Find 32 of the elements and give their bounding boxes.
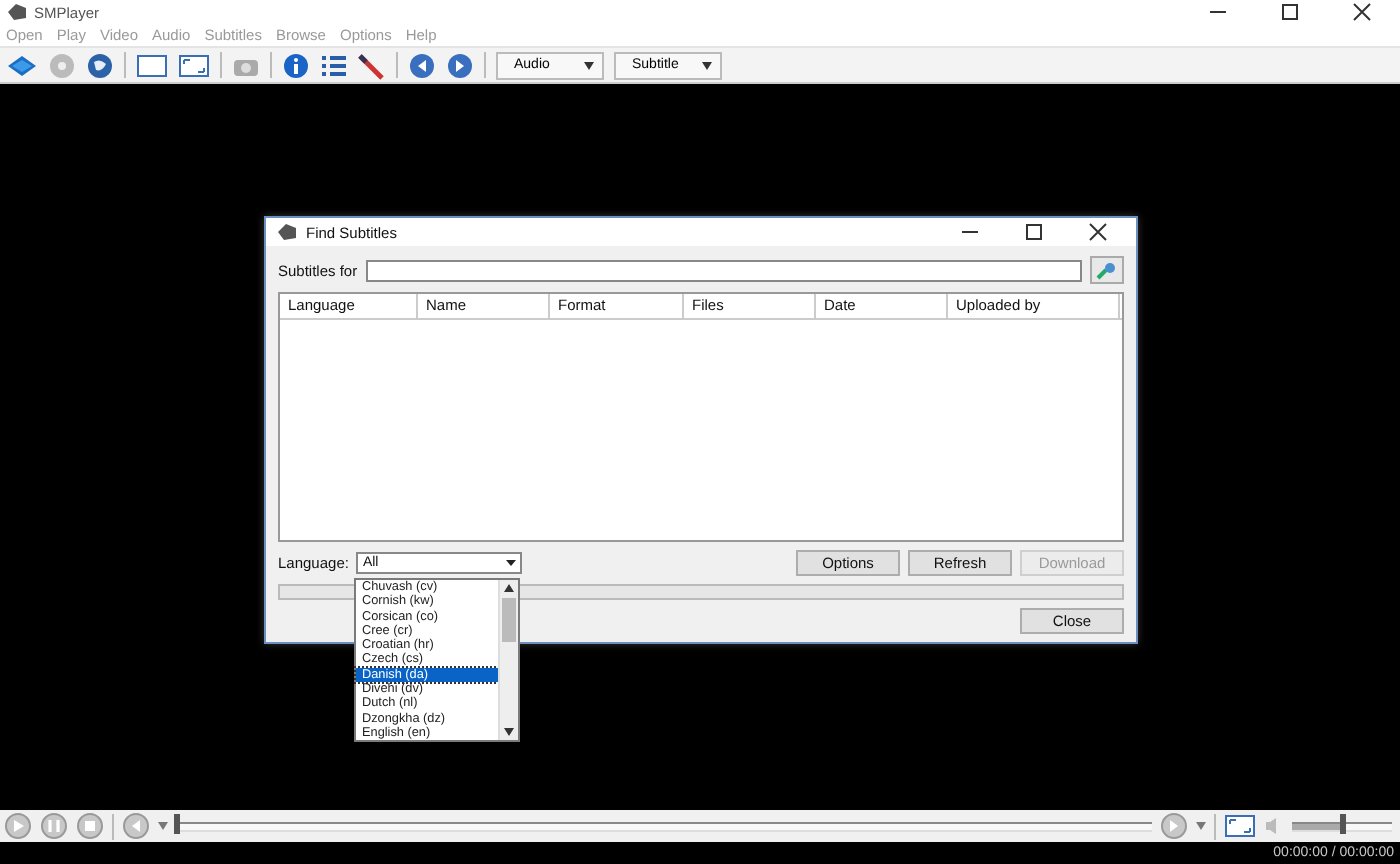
pause-icon[interactable]: [40, 812, 68, 840]
rewind-icon[interactable]: [122, 812, 150, 840]
window-icon[interactable]: [136, 53, 168, 77]
scrollbar-thumb[interactable]: [502, 598, 516, 642]
caret-icon[interactable]: [1196, 822, 1206, 830]
maximize-icon[interactable]: [1024, 222, 1044, 242]
slider-handle[interactable]: [174, 813, 180, 833]
playlist-icon[interactable]: [320, 53, 348, 77]
scroll-down-icon[interactable]: [500, 724, 518, 741]
stop-icon[interactable]: [76, 812, 104, 840]
fullscreen-icon[interactable]: [178, 53, 210, 77]
scrollbar[interactable]: [498, 580, 518, 741]
app-icon: [278, 224, 296, 240]
maximize-icon[interactable]: [1280, 2, 1300, 22]
search-field[interactable]: [365, 259, 1082, 281]
scroll-up-icon[interactable]: [500, 580, 518, 596]
slider-handle[interactable]: [1340, 813, 1346, 833]
previous-icon[interactable]: [408, 51, 436, 79]
search-button[interactable]: [1090, 256, 1124, 284]
fullscreen-icon[interactable]: [1224, 814, 1256, 838]
close-icon[interactable]: [1352, 2, 1372, 22]
play-icon[interactable]: [4, 812, 32, 840]
info-icon[interactable]: [282, 51, 310, 79]
close-icon[interactable]: [1088, 222, 1108, 242]
app-icon: [8, 4, 26, 20]
globe-icon[interactable]: [86, 51, 114, 79]
caret-icon: [584, 61, 594, 69]
caret-icon[interactable]: [158, 822, 168, 830]
forward-icon[interactable]: [1160, 812, 1188, 840]
next-icon[interactable]: [446, 51, 474, 79]
search-icon: [1096, 261, 1118, 279]
caret-icon: [702, 61, 712, 69]
